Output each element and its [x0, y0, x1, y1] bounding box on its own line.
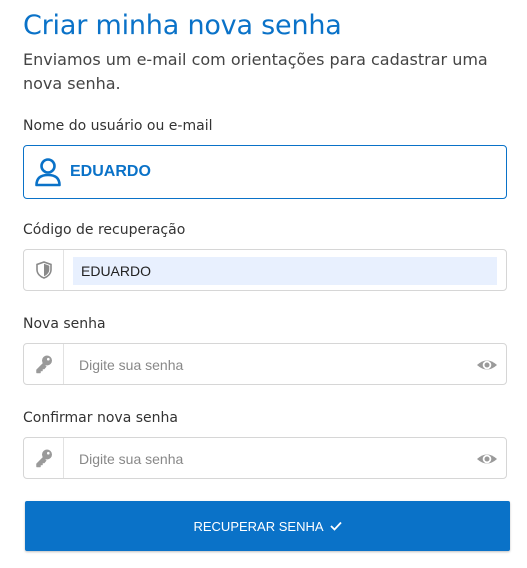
- code-label: Código de recuperação: [23, 222, 186, 238]
- username-value[interactable]: EDUARDO: [70, 163, 151, 181]
- new-password-input[interactable]: [77, 344, 461, 386]
- confirm-password-field[interactable]: [23, 437, 507, 480]
- page-subtitle: Enviamos um e-mail com orientações para …: [23, 50, 488, 93]
- shield-icon: [35, 261, 52, 279]
- key-icon: [35, 449, 52, 468]
- show-password-eye-icon[interactable]: [476, 355, 498, 375]
- key-icon: [35, 355, 52, 374]
- new-password-field[interactable]: [23, 343, 507, 386]
- confirm-password-input[interactable]: [77, 438, 461, 480]
- new-password-prefix: [24, 344, 64, 384]
- recover-password-button[interactable]: RECUPERAR SENHA: [25, 501, 510, 551]
- page-title: Criar minha nova senha: [23, 10, 342, 41]
- code-prefix: [24, 250, 64, 290]
- recover-password-button-label: RECUPERAR SENHA: [193, 518, 324, 534]
- user-icon: [35, 158, 61, 187]
- recovery-code-field[interactable]: EDUARDO: [23, 249, 507, 291]
- new-password-label: Nova senha: [23, 316, 106, 332]
- recovery-code-input[interactable]: EDUARDO: [73, 257, 497, 285]
- show-password-eye-icon[interactable]: [476, 449, 498, 469]
- confirm-password-prefix: [24, 438, 64, 478]
- username-label: Nome do usuário ou e-mail: [23, 118, 213, 134]
- confirm-password-label: Confirmar nova senha: [23, 410, 178, 426]
- check-icon: [329, 521, 342, 531]
- username-field[interactable]: EDUARDO: [23, 145, 507, 199]
